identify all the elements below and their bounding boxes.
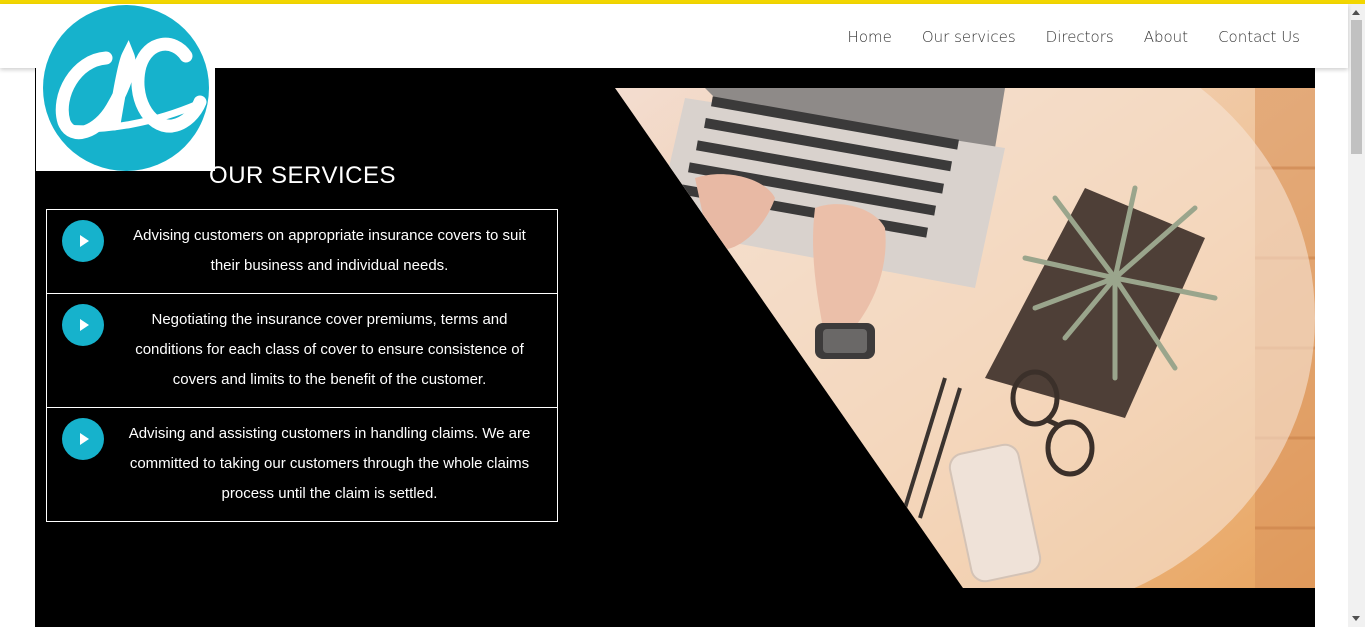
service-text: Advising and assisting customers in hand… xyxy=(128,425,531,502)
service-item: Advising customers on appropriate insura… xyxy=(47,210,557,294)
nav-home[interactable]: Home xyxy=(848,28,892,46)
nav-contact-us[interactable]: Contact Us xyxy=(1218,28,1300,46)
services-list: Advising customers on appropriate insura… xyxy=(46,209,558,522)
play-icon[interactable] xyxy=(62,418,104,460)
main-nav: Home Our services Directors About Contac… xyxy=(848,28,1300,46)
site-logo[interactable] xyxy=(36,4,215,171)
page-scrollbar[interactable] xyxy=(1348,4,1365,627)
service-text: Negotiating the insurance cover premiums… xyxy=(135,311,524,388)
services-hero: OUR SERVICES Advising customers on appro… xyxy=(35,68,1315,627)
nav-directors[interactable]: Directors xyxy=(1046,28,1114,46)
office-desk-photo xyxy=(615,88,1315,588)
play-icon[interactable] xyxy=(62,220,104,262)
scroll-up-arrow-icon[interactable] xyxy=(1352,10,1360,15)
service-item: Negotiating the insurance cover premiums… xyxy=(47,294,557,408)
ac-logo-icon xyxy=(43,5,209,171)
nav-our-services[interactable]: Our services xyxy=(922,28,1016,46)
nav-about[interactable]: About xyxy=(1144,28,1188,46)
service-text: Advising customers on appropriate insura… xyxy=(133,227,526,274)
play-icon[interactable] xyxy=(62,304,104,346)
service-item: Advising and assisting customers in hand… xyxy=(47,408,557,521)
scroll-thumb[interactable] xyxy=(1351,20,1362,154)
scroll-down-arrow-icon[interactable] xyxy=(1352,616,1360,621)
